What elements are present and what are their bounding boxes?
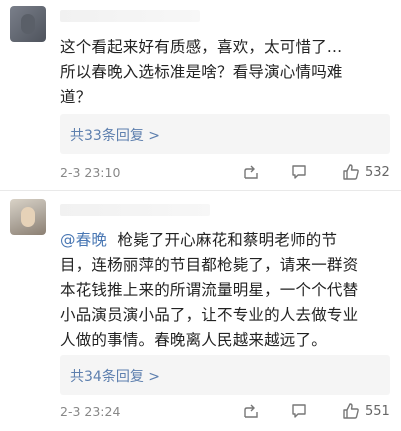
timestamp: 2-3 23:10 [60,165,121,180]
username-blurred[interactable] [60,10,200,22]
like-icon[interactable] [342,163,360,181]
like-count: 532 [365,165,390,180]
comment-icon[interactable] [290,402,308,420]
comment-text: @春晚 枪毙了开心麻花和蔡明老师的节 目，连杨丽萍的节目都枪毙了，请来一群资 本… [60,228,390,353]
comment-meta: 2-3 23:24 551 [60,402,390,422]
replies-link[interactable]: 共33条回复 > [60,114,390,154]
divider [0,190,401,191]
comment-line: 所以春晚入选标准是啥？看导演心情吗难 [60,63,343,81]
timestamp: 2-3 23:24 [60,404,121,419]
comment-line: 本花钱推上来的所谓流量明星，一个个代替 [60,281,359,299]
replies-link-label[interactable]: 共34条回复 > [70,366,160,386]
like-icon[interactable] [342,402,360,420]
comment-line: 目，连杨丽萍的节目都枪毙了，请来一群资 [60,256,359,274]
mention-link[interactable]: @春晚 [60,231,107,249]
replies-link-label[interactable]: 共33条回复 > [70,125,160,145]
comment-line-rest: 枪毙了开心麻花和蔡明老师的节 [107,231,338,249]
comment-line: @春晚 枪毙了开心麻花和蔡明老师的节 [60,228,390,253]
comment-line: 这个看起来好有质感，喜欢，太可惜了... [60,38,343,56]
avatar[interactable] [10,6,46,42]
replies-link[interactable]: 共34条回复 > [60,355,390,395]
comment-meta: 2-3 23:10 532 [60,163,390,183]
comment-icon[interactable] [290,163,308,181]
share-icon[interactable] [242,163,260,181]
avatar[interactable] [10,199,46,235]
comment-line: 人做的事情。春晚离人民越来越远了。 [60,331,327,349]
avatar-face [21,207,35,227]
share-icon[interactable] [242,402,260,420]
comment-text: 这个看起来好有质感，喜欢，太可惜了... 所以春晚入选标准是啥？看导演心情吗难 … [60,35,390,110]
comment-line: 道？ [60,88,92,106]
username-blurred[interactable] [60,204,210,216]
comment-line: 小品演员演小品了，让不专业的人去做专业 [60,306,359,324]
like-count: 551 [365,404,390,419]
avatar-face [21,14,35,34]
